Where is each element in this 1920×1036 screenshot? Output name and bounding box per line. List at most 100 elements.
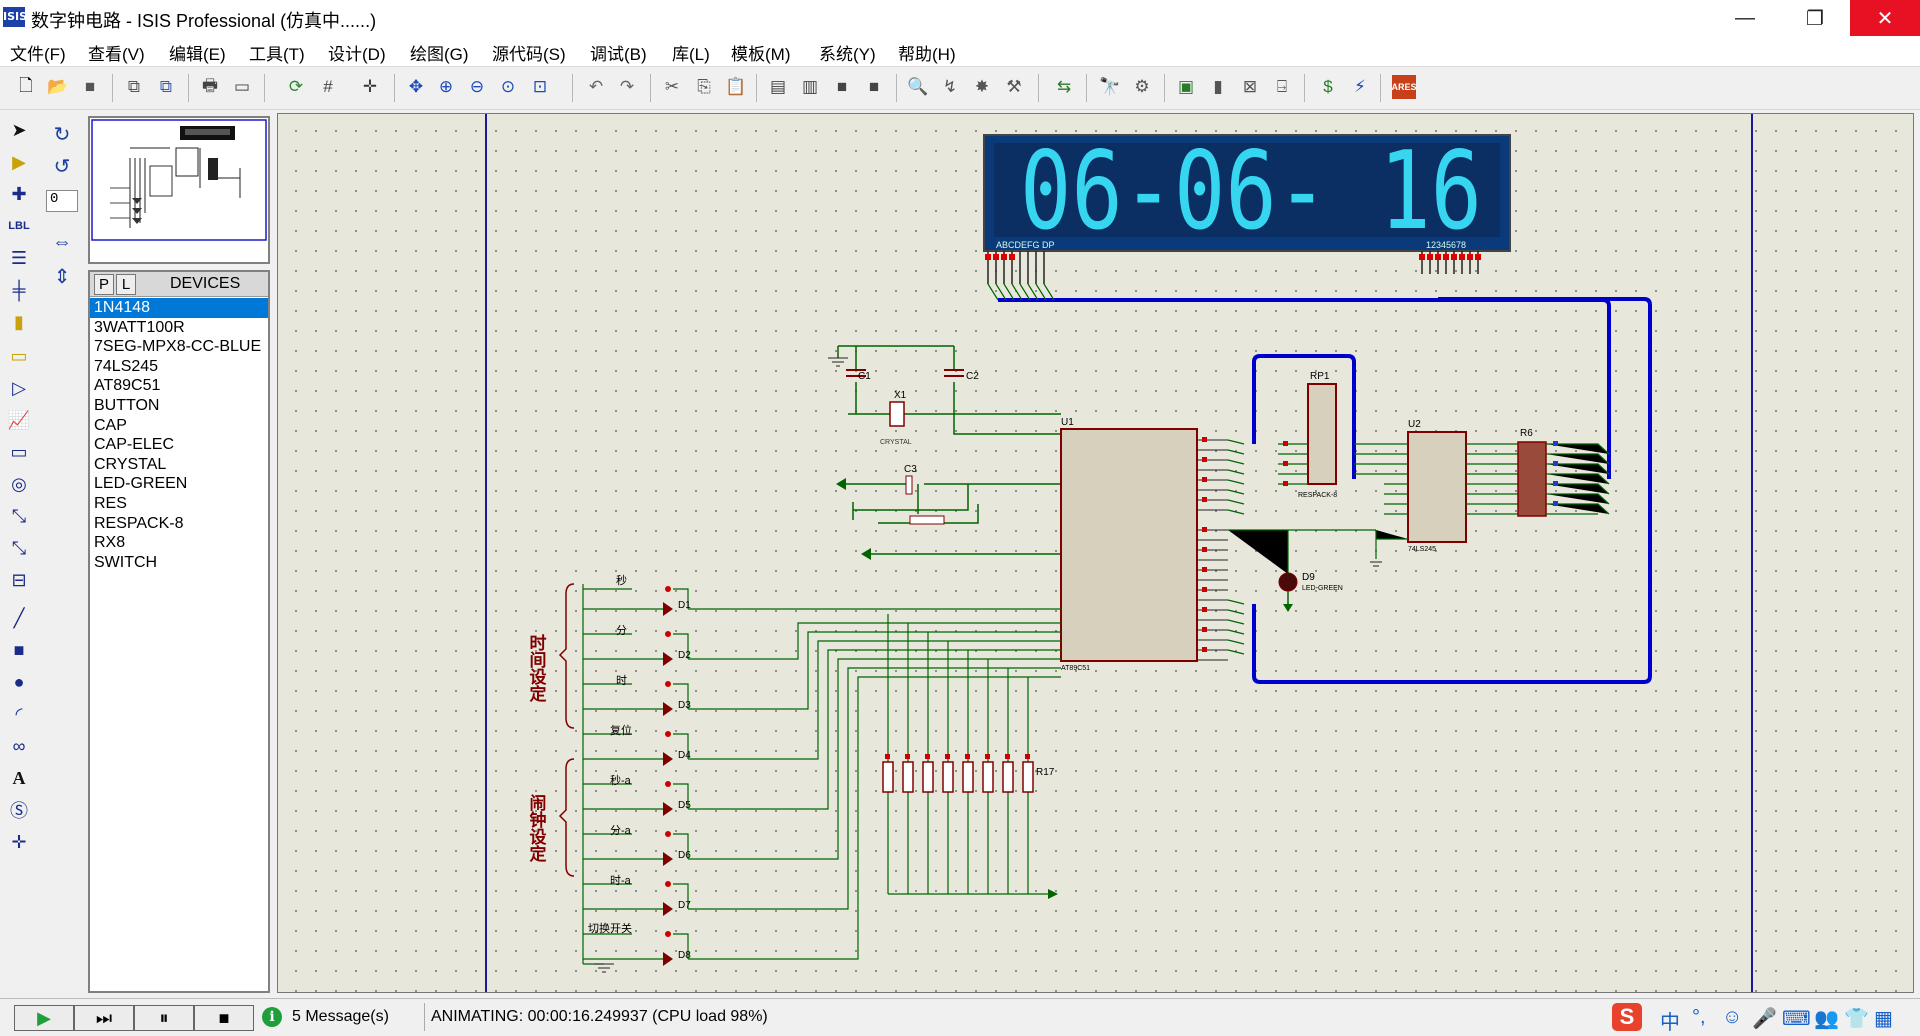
- toolbox-icon[interactable]: ▦: [1874, 1006, 1893, 1031]
- pan-icon[interactable]: ✥: [404, 75, 428, 99]
- mirror-y-icon[interactable]: ⇕: [48, 262, 76, 290]
- mirror-x-icon[interactable]: ⇔: [48, 228, 76, 256]
- property-tool-icon[interactable]: ⚙: [1130, 75, 1154, 99]
- redo-icon[interactable]: ↷: [615, 75, 639, 99]
- minimize-button[interactable]: —: [1710, 0, 1780, 36]
- menu-edit[interactable]: 编辑(E): [169, 40, 226, 65]
- bom-report-icon[interactable]: ⍈: [1270, 75, 1294, 99]
- device-item[interactable]: AT89C51: [90, 376, 268, 396]
- line-tool-icon[interactable]: ╱: [5, 604, 33, 632]
- save-icon[interactable]: ■: [78, 75, 102, 99]
- search-tag-icon[interactable]: 🔭: [1098, 75, 1122, 99]
- exit-to-parent-icon[interactable]: ⊠: [1238, 75, 1262, 99]
- refresh-icon[interactable]: ⟳: [284, 75, 308, 99]
- pick-devices-button[interactable]: P: [94, 274, 114, 295]
- punctuation-icon[interactable]: °,: [1692, 1006, 1706, 1029]
- menu-file[interactable]: 文件(F): [10, 40, 66, 65]
- menu-library[interactable]: 库(L): [672, 40, 710, 65]
- device-item[interactable]: SWITCH: [90, 553, 268, 573]
- zoom-out-icon[interactable]: ⊖: [465, 75, 489, 99]
- export-icon[interactable]: ⧉: [154, 75, 178, 99]
- symbol-tool-icon[interactable]: Ⓢ: [5, 796, 33, 824]
- terminals-icon[interactable]: ▭: [5, 342, 33, 370]
- subcircuit-icon[interactable]: ▮: [5, 308, 33, 336]
- device-item[interactable]: RX8: [90, 533, 268, 553]
- ime-language-label[interactable]: 中: [1660, 1006, 1680, 1035]
- zoom-in-icon[interactable]: ⊕: [434, 75, 458, 99]
- zoom-area-icon[interactable]: ⊡: [528, 75, 552, 99]
- restore-button[interactable]: ❐: [1780, 0, 1850, 36]
- junction-mode-icon[interactable]: ✚: [5, 180, 33, 208]
- bus-mode-icon[interactable]: ╪: [5, 276, 33, 304]
- current-probe-icon[interactable]: ⤡: [5, 534, 33, 562]
- sogou-ime-icon[interactable]: S: [1612, 1003, 1642, 1031]
- device-item[interactable]: 74LS245: [90, 357, 268, 377]
- zoom-all-icon[interactable]: ⊙: [496, 75, 520, 99]
- resistor-array-r6[interactable]: R6: [1517, 428, 1547, 517]
- device-pins-icon[interactable]: ▷: [5, 374, 33, 402]
- device-item[interactable]: 7SEG-MPX8-CC-BLUE: [90, 337, 268, 357]
- paste-icon[interactable]: 📋: [724, 75, 748, 99]
- text-script-icon[interactable]: ☰: [5, 244, 33, 272]
- package-tool-icon[interactable]: ✸: [970, 75, 994, 99]
- overview-window[interactable]: [88, 116, 270, 264]
- keyboard-icon[interactable]: ⌨: [1782, 1006, 1811, 1031]
- undo-icon[interactable]: ↶: [584, 75, 608, 99]
- origin-icon[interactable]: ✛: [358, 75, 382, 99]
- decompose-icon[interactable]: ⚒: [1002, 75, 1026, 99]
- open-folder-icon[interactable]: 📂: [46, 75, 70, 99]
- device-item[interactable]: 1N4148: [90, 298, 268, 318]
- erc-report-icon[interactable]: $: [1316, 75, 1340, 99]
- make-device-icon[interactable]: ↯: [938, 75, 962, 99]
- arc-tool-icon[interactable]: ◜: [5, 700, 33, 728]
- ares-icon[interactable]: ARES: [1392, 75, 1417, 99]
- close-button[interactable]: ✕: [1850, 0, 1920, 36]
- pause-button[interactable]: ⏸: [134, 1005, 194, 1031]
- grid-icon[interactable]: #: [316, 75, 340, 99]
- tape-recorder-icon[interactable]: ▭: [5, 438, 33, 466]
- respack-rp1[interactable]: RP1 RESPACK-8: [1298, 371, 1337, 499]
- microphone-icon[interactable]: 🎤: [1752, 1006, 1777, 1031]
- menu-help[interactable]: 帮助(H): [898, 40, 956, 65]
- device-item[interactable]: CAP: [90, 416, 268, 436]
- wire-autorouter-icon[interactable]: ⇆: [1052, 75, 1076, 99]
- block-move-icon[interactable]: ▥: [798, 75, 822, 99]
- copy-icon[interactable]: ⎘: [692, 75, 716, 99]
- new-file-icon[interactable]: 🗋: [14, 75, 38, 99]
- device-item[interactable]: LED-GREEN: [90, 474, 268, 494]
- seven-segment-display[interactable]: 06-06- 16 ABCDEFG DP 12345678: [983, 129, 1511, 254]
- box-tool-icon[interactable]: ■: [5, 636, 33, 664]
- print-area-icon[interactable]: ▭: [230, 75, 254, 99]
- print-icon[interactable]: 🖶: [198, 75, 222, 99]
- block-rotate-icon[interactable]: ■: [830, 75, 854, 99]
- device-item[interactable]: RESPACK-8: [90, 514, 268, 534]
- device-item[interactable]: CRYSTAL: [90, 455, 268, 475]
- skin-icon[interactable]: 👕: [1844, 1006, 1869, 1031]
- device-item[interactable]: CAP-ELEC: [90, 435, 268, 455]
- mcu-u1[interactable]: U1 AT89C51: [1060, 417, 1198, 672]
- cut-icon[interactable]: ✂: [660, 75, 684, 99]
- led-d9[interactable]: D9 LED-GREEN: [1278, 572, 1343, 612]
- menu-tools[interactable]: 工具(T): [249, 40, 305, 65]
- circle-tool-icon[interactable]: ●: [5, 668, 33, 696]
- wire-label-icon[interactable]: LBL: [5, 212, 33, 240]
- remove-sheet-icon[interactable]: ▮: [1206, 75, 1230, 99]
- buffer-u2[interactable]: U2 74LS245: [1407, 419, 1467, 553]
- menu-view[interactable]: 查看(V): [88, 40, 145, 65]
- menu-design[interactable]: 设计(D): [328, 40, 386, 65]
- rotate-anticlockwise-icon[interactable]: ↺: [48, 152, 76, 180]
- import-icon[interactable]: ⧉: [122, 75, 146, 99]
- pick-device-icon[interactable]: 🔍: [906, 75, 930, 99]
- voltage-probe-icon[interactable]: ⤡: [5, 502, 33, 530]
- menu-template[interactable]: 模板(M): [731, 40, 790, 65]
- netlist-icon[interactable]: ⚡: [1348, 75, 1372, 99]
- device-item[interactable]: RES: [90, 494, 268, 514]
- text-tool-icon[interactable]: A: [5, 764, 33, 792]
- rotation-angle-input[interactable]: 0: [46, 190, 78, 212]
- device-item[interactable]: BUTTON: [90, 396, 268, 416]
- emoji-icon[interactable]: ☺: [1722, 1006, 1742, 1029]
- virtual-instruments-icon[interactable]: ⊟: [5, 566, 33, 594]
- block-copy-icon[interactable]: ▤: [766, 75, 790, 99]
- stop-button[interactable]: ■: [194, 1005, 254, 1031]
- menu-graph[interactable]: 绘图(G): [410, 40, 469, 65]
